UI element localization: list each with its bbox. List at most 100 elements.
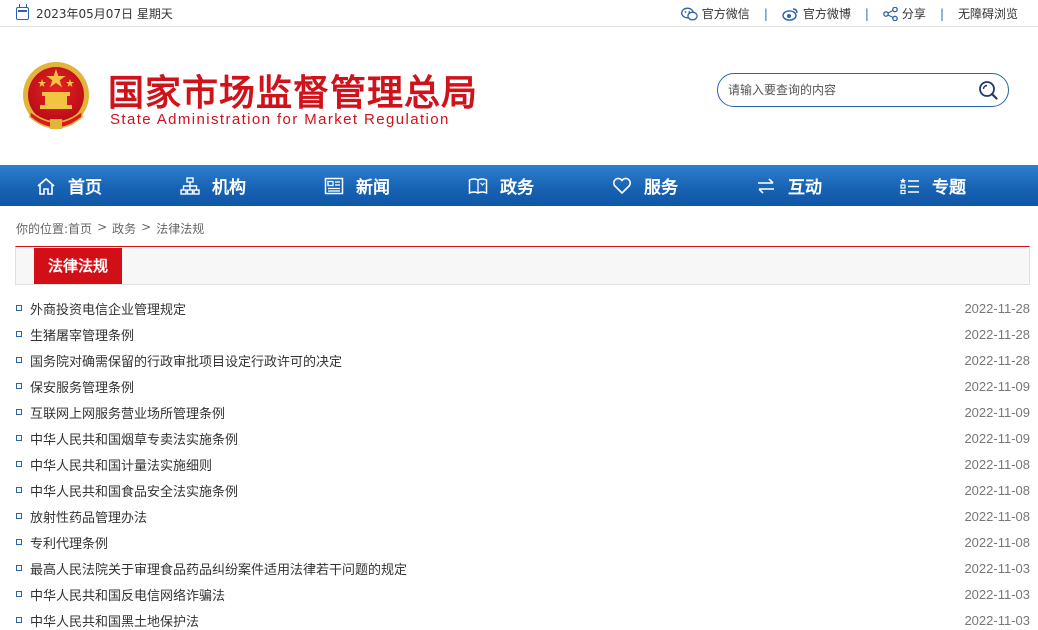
- divider: |: [939, 6, 944, 21]
- article-date: 2022-11-08: [964, 508, 1030, 524]
- article-title-link[interactable]: 中华人民共和国食品安全法实施条例: [30, 481, 238, 500]
- bullet-square-icon: [16, 305, 22, 311]
- topic-list-icon: [900, 177, 919, 194]
- bullet-square-icon: [16, 565, 22, 571]
- article-date: 2022-11-09: [964, 378, 1030, 394]
- search-input[interactable]: [728, 80, 968, 100]
- article-title-link[interactable]: 最高人民法院关于审理食品药品纠纷案件适用法律若干问题的规定: [30, 559, 407, 578]
- list-item[interactable]: 中华人民共和国反电信网络诈骗法 2022-11-03: [16, 581, 1030, 607]
- nav-item-government-affairs[interactable]: 政务: [432, 165, 576, 206]
- breadcrumb-laws-link[interactable]: 法律法规: [156, 220, 204, 237]
- site-title: 国家市场监督管理总局: [108, 73, 479, 114]
- article-date: 2022-11-03: [964, 612, 1030, 628]
- bullet-square-icon: [16, 591, 22, 597]
- article-title-link[interactable]: 保安服务管理条例: [30, 377, 134, 396]
- list-item[interactable]: 中华人民共和国食品安全法实施条例 2022-11-08: [16, 477, 1030, 503]
- wechat-link[interactable]: 官方微信: [680, 5, 750, 22]
- nav-item-services[interactable]: 服务: [576, 165, 720, 206]
- list-item[interactable]: 外商投资电信企业管理规定 2022-11-28: [16, 295, 1030, 321]
- weibo-label: 官方微博: [802, 7, 851, 21]
- article-title-link[interactable]: 外商投资电信企业管理规定: [30, 299, 186, 318]
- breadcrumb-prefix: 你的位置:: [16, 222, 69, 236]
- article-date: 2022-11-08: [964, 482, 1030, 498]
- date-text: 2023年05月07日 星期天: [36, 7, 173, 21]
- nav-item-topics[interactable]: 专题: [864, 165, 1008, 206]
- nav-item-label: 政务: [500, 178, 534, 198]
- list-item[interactable]: 互联网上网服务营业场所管理条例 2022-11-09: [16, 399, 1030, 425]
- share-link[interactable]: 分享: [883, 5, 926, 22]
- nav-item-home[interactable]: 首页: [0, 165, 144, 206]
- article-title-link[interactable]: 生猪屠宰管理条例: [30, 325, 134, 344]
- breadcrumb-home-link[interactable]: 首页: [68, 220, 92, 237]
- nav-item-label: 服务: [644, 178, 678, 198]
- wechat-label: 官方微信: [701, 7, 750, 21]
- list-item[interactable]: 中华人民共和国黑土地保护法 2022-11-03: [16, 607, 1030, 630]
- section-header: 法律法规: [15, 246, 1030, 285]
- org-chart-icon: [180, 176, 200, 195]
- article-date: 2022-11-03: [964, 586, 1030, 602]
- calendar-icon: [16, 4, 29, 20]
- article-date: 2022-11-09: [964, 404, 1030, 420]
- article-date: 2022-11-28: [964, 326, 1030, 342]
- site-header: 国家市场监督管理总局 State Administration for Mark…: [0, 27, 1038, 165]
- breadcrumb-government-link[interactable]: 政务: [112, 220, 136, 237]
- article-date: 2022-11-28: [964, 300, 1030, 316]
- article-title-link[interactable]: 专利代理条例: [30, 533, 108, 552]
- list-item[interactable]: 中华人民共和国计量法实施细则 2022-11-08: [16, 451, 1030, 477]
- list-item[interactable]: 放射性药品管理办法 2022-11-08: [16, 503, 1030, 529]
- article-date: 2022-11-08: [964, 456, 1030, 472]
- top-links: 官方微信 | 官方微博 | 分享 | 无障碍浏览: [680, 5, 1018, 22]
- bullet-square-icon: [16, 409, 22, 415]
- bullet-square-icon: [16, 487, 22, 493]
- nav-item-interaction[interactable]: 互动: [720, 165, 864, 206]
- article-title-link[interactable]: 中华人民共和国反电信网络诈骗法: [30, 585, 225, 604]
- article-date: 2022-11-03: [964, 560, 1030, 576]
- list-item[interactable]: 专利代理条例 2022-11-08: [16, 529, 1030, 555]
- share-label: 分享: [901, 7, 926, 21]
- article-date: 2022-11-09: [964, 430, 1030, 446]
- site-title-english: State Administration for Market Regulati…: [110, 111, 450, 128]
- heart-icon: [612, 177, 632, 194]
- wechat-icon: [680, 7, 698, 20]
- list-item[interactable]: 国务院对确需保留的行政审批项目设定行政许可的决定 2022-11-28: [16, 347, 1030, 373]
- article-title-link[interactable]: 中华人民共和国黑土地保护法: [30, 611, 199, 630]
- nav-item-label: 机构: [212, 178, 246, 198]
- list-item[interactable]: 生猪屠宰管理条例 2022-11-28: [16, 321, 1030, 347]
- article-title-link[interactable]: 互联网上网服务营业场所管理条例: [30, 403, 225, 422]
- nav-item-label: 新闻: [356, 178, 390, 198]
- article-date: 2022-11-08: [964, 534, 1030, 550]
- nav-item-label: 首页: [68, 178, 102, 198]
- article-date: 2022-11-28: [964, 352, 1030, 368]
- search-box: [717, 73, 1009, 107]
- divider: |: [763, 6, 768, 21]
- accessible-browse-link[interactable]: 无障碍浏览: [958, 5, 1018, 22]
- bullet-square-icon: [16, 513, 22, 519]
- list-item[interactable]: 最高人民法院关于审理食品药品纠纷案件适用法律若干问题的规定 2022-11-03: [16, 555, 1030, 581]
- exchange-icon: [758, 177, 774, 194]
- bullet-square-icon: [16, 435, 22, 441]
- national-emblem-icon[interactable]: [20, 59, 92, 135]
- list-item[interactable]: 保安服务管理条例 2022-11-09: [16, 373, 1030, 399]
- article-title-link[interactable]: 国务院对确需保留的行政审批项目设定行政许可的决定: [30, 351, 342, 370]
- top-bar: 2023年05月07日 星期天 官方微信 | 官方微博 | 分享 | 无障碍浏览: [0, 0, 1038, 27]
- divider: |: [864, 6, 869, 21]
- article-title-link[interactable]: 放射性药品管理办法: [30, 507, 147, 526]
- article-title-link[interactable]: 中华人民共和国计量法实施细则: [30, 455, 212, 474]
- weibo-link[interactable]: 官方微博: [782, 5, 851, 22]
- book-icon: [468, 177, 488, 194]
- article-title-link[interactable]: 中华人民共和国烟草专卖法实施条例: [30, 429, 238, 448]
- current-date: 2023年05月07日 星期天: [16, 4, 173, 22]
- breadcrumb: 你的位置: 首页 > 政务 > 法律法规: [16, 220, 204, 237]
- weibo-icon: [782, 7, 798, 21]
- section-title: 法律法规: [34, 248, 123, 284]
- nav-item-organization[interactable]: 机构: [144, 165, 288, 206]
- bullet-square-icon: [16, 539, 22, 545]
- share-icon: [883, 6, 898, 21]
- bullet-square-icon: [16, 461, 22, 467]
- nav-item-news[interactable]: 新闻: [288, 165, 432, 206]
- news-icon: [324, 177, 344, 194]
- nav-item-label: 互动: [788, 178, 822, 198]
- list-item[interactable]: 中华人民共和国烟草专卖法实施条例 2022-11-09: [16, 425, 1030, 451]
- accessible-label: 无障碍浏览: [957, 7, 1018, 21]
- search-icon[interactable]: [978, 80, 998, 100]
